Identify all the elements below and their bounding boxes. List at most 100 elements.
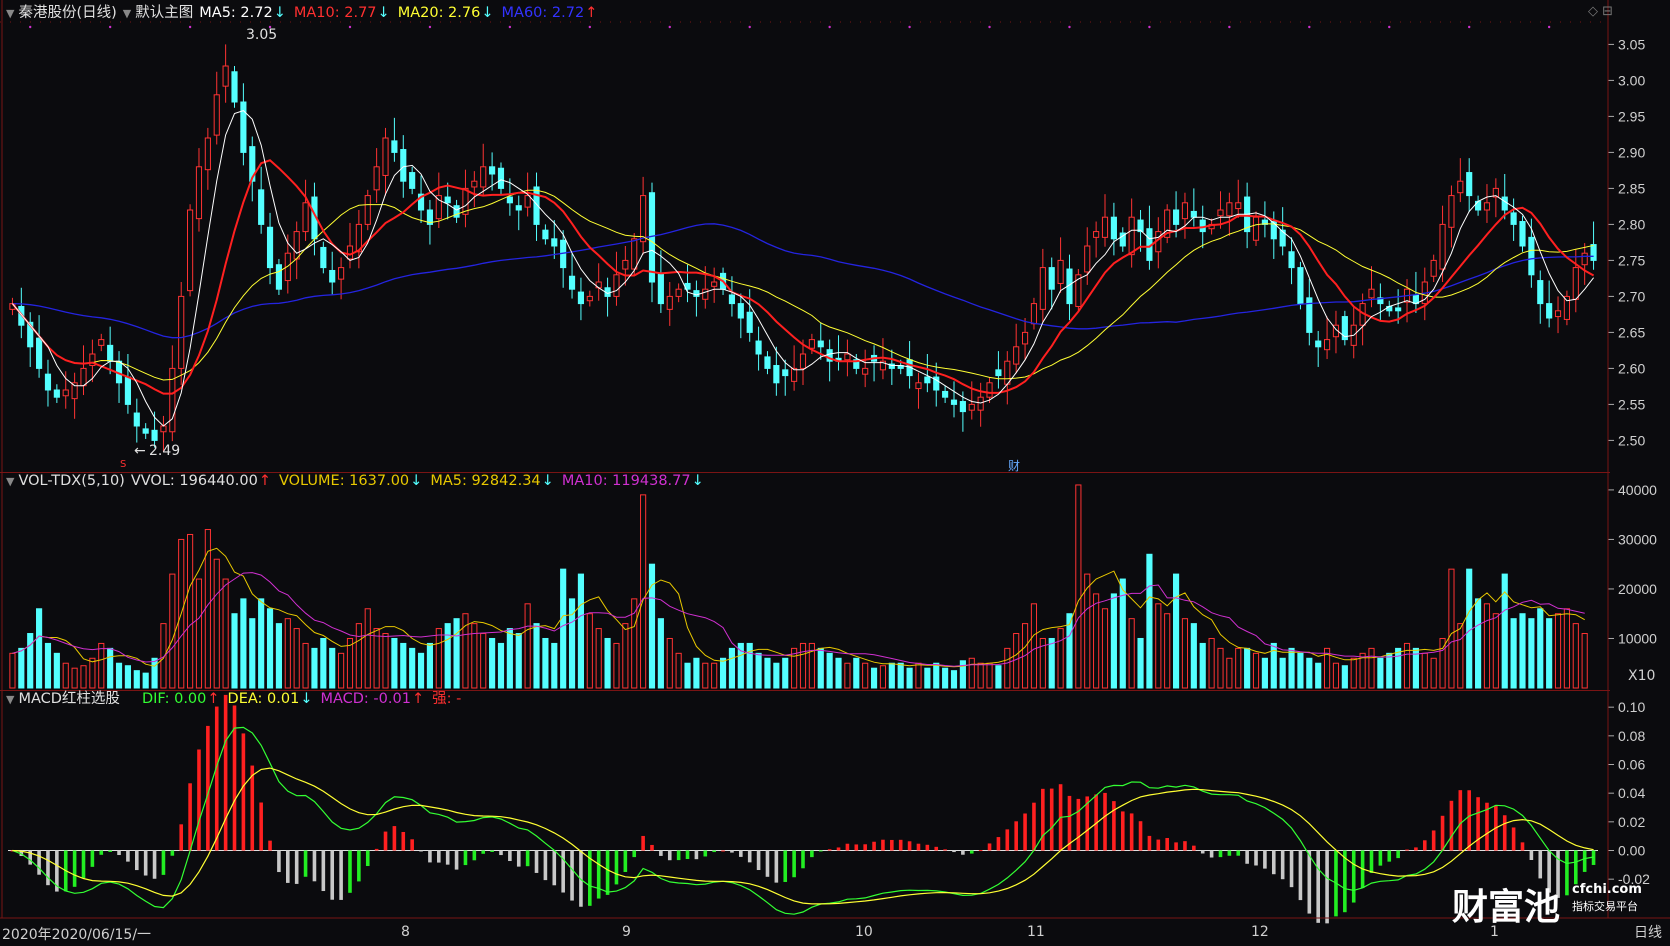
candle-body <box>1235 202 1242 210</box>
macd-histogram-bar <box>1129 813 1134 851</box>
macd-histogram-bar <box>1174 842 1178 851</box>
macd-histogram-bar <box>739 850 743 857</box>
volume-bar <box>862 662 869 689</box>
ma10-arrow: ↓ <box>377 5 390 21</box>
candle-body <box>728 294 736 305</box>
volume-bar <box>1546 618 1553 689</box>
volume-bar <box>906 667 913 689</box>
macd-histogram-bar <box>1147 835 1152 851</box>
macd-histogram-bar <box>721 850 725 852</box>
price-tick-label: 2.80 <box>1618 216 1645 232</box>
finance-event-marker[interactable]: 财 <box>1008 457 1020 474</box>
volume-tick-label: 10000 <box>1618 630 1657 646</box>
brand-site: cfchi.com <box>1572 882 1642 897</box>
macd-histogram-bar <box>1440 815 1445 851</box>
candle-body <box>1324 339 1331 351</box>
macd-histogram-bar <box>952 850 956 853</box>
macd-histogram-bar <box>907 841 912 851</box>
volume-bar <box>942 667 949 689</box>
candle-body <box>489 166 496 175</box>
price-tick-label: 2.75 <box>1618 252 1645 268</box>
candle-body <box>391 140 398 153</box>
price-tick-label: 2.90 <box>1618 144 1645 160</box>
macd-histogram-bar <box>1076 798 1081 851</box>
macd-histogram-bar <box>1502 815 1507 851</box>
candle-body <box>799 353 807 369</box>
candle-body <box>1572 267 1579 300</box>
event-dot <box>428 25 432 29</box>
volume-bar <box>444 623 451 689</box>
candle-body <box>258 189 265 225</box>
macd-histogram-bar <box>357 850 361 882</box>
macd-histogram-bar <box>1520 842 1525 851</box>
volume-tick-label: 20000 <box>1618 581 1657 597</box>
vol-indicator-name[interactable]: VOL-TDX(5,10) <box>18 473 124 489</box>
volume-bar <box>879 665 887 689</box>
macd-histogram-bar <box>374 848 379 851</box>
candle-body <box>240 101 247 153</box>
volume-bar <box>1217 647 1224 689</box>
macd-histogram-bar <box>499 850 503 856</box>
macd-tick-label: 0.10 <box>1618 699 1645 715</box>
volume-bar <box>835 657 842 689</box>
candle-body <box>1057 259 1064 284</box>
candle-body <box>107 344 114 362</box>
collapse-triangle-icon[interactable]: ▼ <box>6 693 14 706</box>
volume-bar <box>1190 623 1197 689</box>
period-button[interactable]: 日线 <box>1634 922 1662 942</box>
collapse-triangle-icon[interactable]: ▼ <box>6 475 14 488</box>
volume-bar <box>577 573 585 689</box>
price-tick-label: 2.60 <box>1618 360 1645 376</box>
dif-arrow: ↑ <box>207 691 220 707</box>
macd-histogram-bar <box>303 850 308 877</box>
volume-bar <box>62 662 69 689</box>
candle-body <box>382 137 389 176</box>
candle-body <box>1181 202 1189 220</box>
event-dot <box>908 25 911 29</box>
volume-bar <box>1101 608 1109 689</box>
volume-bar <box>480 633 487 689</box>
candle-body <box>275 264 282 290</box>
candle-body <box>142 428 149 434</box>
volume-bar <box>542 637 549 689</box>
volume-bar <box>1013 633 1020 689</box>
candle-body <box>711 281 718 287</box>
volume-bar <box>151 657 158 689</box>
collapse-triangle-icon[interactable]: ▼ <box>6 7 14 20</box>
candle-body <box>950 399 958 405</box>
macd-histogram-bar <box>1280 850 1285 880</box>
main-chart-label[interactable]: 默认主图 <box>135 5 193 21</box>
candle-body <box>666 295 673 310</box>
low-price-arrow: ← <box>134 443 146 459</box>
chevron-down-icon[interactable]: ▼ <box>123 7 131 20</box>
stock-name[interactable]: 秦港股份(日线) <box>18 5 116 21</box>
candle-body <box>195 166 203 220</box>
macd-indicator-name[interactable]: MACD红柱选股 <box>18 691 119 707</box>
volume-bar <box>364 608 371 689</box>
candle-body <box>1368 288 1375 299</box>
volume-bar <box>1430 657 1437 689</box>
candle-body <box>53 389 60 398</box>
price-tick-label: 2.55 <box>1618 396 1645 412</box>
window-controls[interactable]: ◇ ⊟ <box>1588 4 1613 19</box>
volume-bar <box>782 657 789 689</box>
candle-body <box>986 382 993 398</box>
macd-histogram-bar <box>1032 802 1036 851</box>
candle-body <box>1021 331 1029 345</box>
macd-histogram-bar <box>836 847 841 851</box>
volume-bar <box>1048 637 1055 689</box>
macd-histogram-bar <box>134 850 139 871</box>
candle-body <box>409 172 416 189</box>
expand-icon[interactable]: ⊟ <box>1602 4 1613 19</box>
candle-body <box>1475 200 1482 211</box>
candle-body <box>586 295 593 302</box>
macd-histogram-bar <box>1023 813 1027 851</box>
macd-histogram-bar <box>1005 829 1010 851</box>
volume-bar <box>213 558 220 689</box>
high-price-label: 3.05 <box>246 27 278 43</box>
candle-body <box>915 382 922 390</box>
macd-histogram-bar <box>703 850 708 857</box>
macd-tick-label: 0.04 <box>1618 785 1645 801</box>
candle-body <box>764 356 771 369</box>
macd-histogram-bar <box>321 850 326 892</box>
